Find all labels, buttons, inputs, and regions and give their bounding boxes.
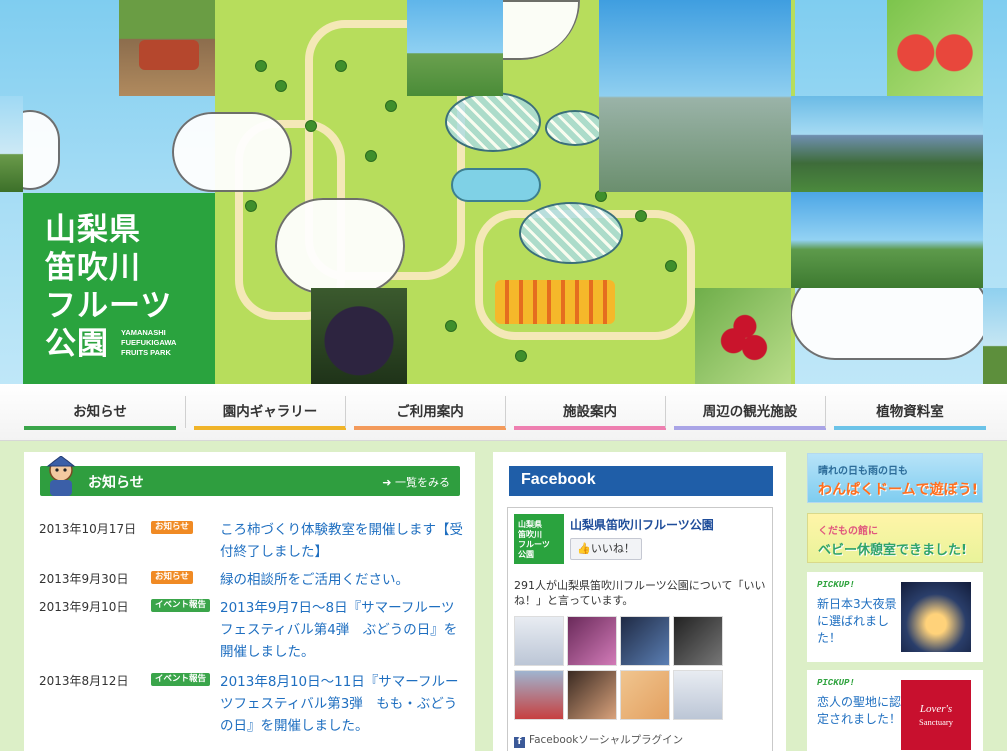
- site-logo[interactable]: 山梨県 笛吹川 フルーツ 公園 YAMANASHI FUEFUKIGAWA FR…: [23, 193, 215, 384]
- facebook-likebox: 山梨県 笛吹川 フルーツ 公園 山梨県笛吹川フルーツ公園 👍いいね！ 291人が…: [507, 507, 773, 751]
- news-date: 2013年9月30日: [39, 572, 129, 586]
- svg-text:Lover's: Lover's: [919, 703, 952, 715]
- pickup-lovers-sanctuary[interactable]: PICKUP! 恋人の聖地に認定されました！ Lover's Sanctuary: [807, 670, 983, 751]
- fan-avatar[interactable]: [567, 616, 617, 666]
- nav-item-plant-archive[interactable]: 植物資料室: [834, 394, 986, 430]
- hero-collage: 山梨県 笛吹川 フルーツ 公園 YAMANASHI FUEFUKIGAWA FR…: [0, 0, 1007, 384]
- svg-text:Sanctuary: Sanctuary: [919, 717, 954, 727]
- logo-english: YAMANASHI FUEFUKIGAWA FRUITS PARK: [121, 328, 177, 357]
- facebook-like-button[interactable]: 👍いいね！: [570, 538, 642, 560]
- news-header: お知らせ ➜ 一覧をみる: [40, 466, 460, 496]
- nav-item-facilities[interactable]: 施設案内: [514, 394, 666, 430]
- wanpaku-dome-banner[interactable]: 晴れの日も雨の日も わんぱくドームで遊ぼう!: [807, 453, 983, 503]
- pickup-night-view[interactable]: PICKUP! 新日本3大夜景に選ばれました！: [807, 572, 983, 662]
- news-date: 2013年8月12日: [39, 674, 129, 688]
- facebook-icon: f: [514, 737, 525, 748]
- pickup-text: 新日本3大夜景に選ばれました！: [817, 597, 897, 645]
- facebook-social-plugin-label[interactable]: f Facebookソーシャルプラグイン: [514, 732, 683, 748]
- nav-item-nearby-attractions[interactable]: 周辺の観光施設: [674, 394, 826, 430]
- facebook-header: Facebook: [509, 466, 773, 496]
- news-link[interactable]: ころ柿づくり体験教室を開催します【受付終了しました】: [220, 519, 464, 563]
- grape-photo: [311, 288, 407, 384]
- facebook-page-logo[interactable]: 山梨県 笛吹川 フルーツ 公園: [514, 514, 564, 564]
- fan-avatar[interactable]: [673, 670, 723, 720]
- greenhouse-photo: [407, 0, 503, 96]
- nav-item-news[interactable]: お知らせ: [24, 394, 176, 430]
- facebook-page-name[interactable]: 山梨県笛吹川フルーツ公園: [570, 516, 714, 533]
- dome-fountain-photo: [599, 0, 791, 192]
- thumbs-up-icon: 👍: [577, 542, 591, 555]
- peach-photo: [887, 0, 983, 96]
- pickup-tag: PICKUP!: [817, 580, 855, 590]
- lawn-photo: [0, 96, 23, 192]
- facebook-like-count: 291人が山梨県笛吹川フルーツ公園について「いいね！」と言っています。: [514, 579, 766, 607]
- visitor-photo: [983, 288, 1007, 384]
- news-more-link[interactable]: ➜ 一覧をみる: [382, 474, 450, 490]
- news-title: お知らせ: [88, 475, 144, 491]
- news-date: 2013年9月10日: [39, 600, 129, 614]
- news-badge: イベント報告: [151, 599, 211, 612]
- fan-avatar[interactable]: [620, 616, 670, 666]
- news-date: 2013年10月17日: [39, 522, 137, 536]
- pickup-text: 恋人の聖地に認定されました！: [817, 695, 902, 726]
- news-badge: お知らせ: [151, 521, 193, 534]
- news-panel: お知らせ ➜ 一覧をみる 2013年10月17日 お知らせ ころ柿づくり体験教室…: [24, 452, 475, 751]
- fan-avatar[interactable]: [567, 670, 617, 720]
- fan-avatar[interactable]: [514, 616, 564, 666]
- nav-item-guide[interactable]: ご利用案内: [354, 394, 506, 430]
- lovers-sanctuary-logo: Lover's Sanctuary: [901, 680, 971, 750]
- fan-avatar[interactable]: [620, 670, 670, 720]
- facebook-panel: Facebook 山梨県 笛吹川 フルーツ 公園 山梨県笛吹川フルーツ公園 👍い…: [493, 452, 786, 751]
- train-photo: [119, 0, 215, 96]
- news-link[interactable]: 2013年8月10日〜11日『サマーフルーツフェスティバル第3弾 もも・ぶどうの…: [220, 671, 464, 737]
- facebook-title: Facebook: [521, 471, 596, 488]
- news-badge: イベント報告: [151, 673, 211, 686]
- news-link[interactable]: 緑の相談所をご活用ください。: [220, 569, 464, 591]
- mt-fuji-photo: [791, 96, 983, 192]
- baby-room-banner[interactable]: くだもの館に ベビー休憩室できました!: [807, 513, 983, 563]
- global-nav: お知らせ 園内ギャラリー ご利用案内 施設案内 周辺の観光施設 植物資料室: [0, 384, 1007, 441]
- dome-park-photo: [791, 192, 983, 288]
- fan-avatar[interactable]: [514, 670, 564, 720]
- cherry-photo: [695, 288, 791, 384]
- mascot-icon: [46, 456, 76, 496]
- news-link[interactable]: 2013年9月7日〜8日『サマーフルーツフェスティバル第4弾 ぶどうの日』を開催…: [220, 597, 464, 663]
- nav-item-gallery[interactable]: 園内ギャラリー: [194, 394, 346, 430]
- night-view-photo: [901, 582, 971, 652]
- fan-avatar[interactable]: [673, 616, 723, 666]
- pickup-tag: PICKUP!: [817, 678, 855, 688]
- news-badge: お知らせ: [151, 571, 193, 584]
